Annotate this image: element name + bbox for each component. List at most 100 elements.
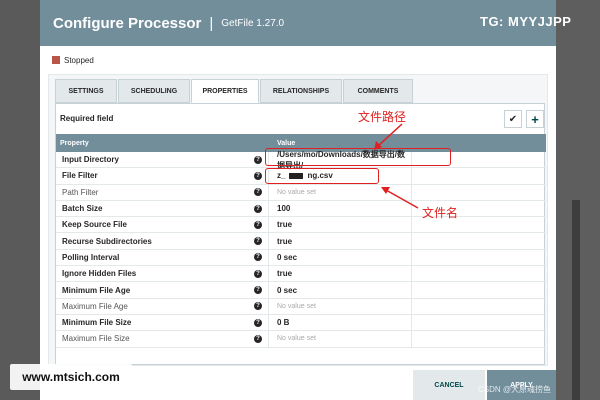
watermark-csdn: CSDN @大原魂捞鱼 — [478, 385, 552, 394]
property-value: 0 sec — [277, 285, 298, 295]
check-circle-icon[interactable]: ✔ — [504, 110, 522, 128]
help-icon[interactable]: ? — [254, 155, 262, 164]
property-value: true — [277, 220, 293, 230]
row-actions-cell — [412, 315, 546, 330]
property-name-cell: Maximum File Age? — [56, 298, 269, 314]
path-highlight-box — [265, 148, 451, 166]
help-icon[interactable]: ? — [254, 237, 262, 246]
property-name: Recurse Subdirectories — [62, 236, 152, 246]
property-name-cell: Polling Interval? — [56, 249, 269, 266]
help-icon[interactable]: ? — [254, 171, 262, 180]
property-value-cell[interactable]: 0 sec — [269, 249, 412, 266]
cancel-button[interactable]: CANCEL — [413, 370, 485, 400]
property-name: Minimum File Size — [62, 318, 132, 328]
required-field-label: Required field — [60, 114, 114, 123]
table-row[interactable]: Ignore Hidden Files? true — [56, 266, 546, 283]
property-name: Maximum File Age — [62, 301, 128, 311]
property-name: Ignore Hidden Files — [62, 269, 137, 279]
property-name: Polling Interval — [62, 252, 120, 262]
tab-content-panel: SETTINGS SCHEDULING PROPERTIES RELATIONS… — [48, 74, 548, 366]
dialog-header: Configure Processor | GetFile 1.27.0 — [40, 0, 556, 46]
property-value-cell[interactable]: 0 B — [269, 314, 412, 331]
help-icon[interactable]: ? — [254, 220, 262, 229]
background-canvas-left — [0, 0, 40, 400]
table-row[interactable]: Recurse Subdirectories? true — [56, 233, 546, 250]
configure-processor-dialog: Configure Processor | GetFile 1.27.0 Sto… — [40, 0, 556, 400]
property-value: No value set — [277, 335, 316, 343]
property-name: Minimum File Age — [62, 285, 131, 295]
property-value: 0 B — [277, 318, 290, 328]
row-actions-cell — [412, 331, 546, 346]
row-actions-cell — [412, 185, 546, 200]
table-row[interactable]: Minimum File Size? 0 B — [56, 314, 546, 332]
property-value: true — [277, 269, 293, 279]
property-name: Maximum File Size — [62, 334, 130, 344]
table-row[interactable]: Keep Source File? true — [56, 217, 546, 234]
property-value-cell[interactable]: true — [269, 266, 412, 282]
row-actions-cell — [412, 250, 546, 265]
property-name: Batch Size — [62, 204, 103, 214]
property-value: 0 sec — [277, 252, 298, 262]
property-name-cell: Ignore Hidden Files? — [56, 266, 269, 282]
help-icon[interactable]: ? — [254, 286, 262, 295]
table-row[interactable]: Batch Size? 100 — [56, 200, 546, 218]
property-name-cell: Minimum File Age? — [56, 282, 269, 298]
property-value: true — [277, 236, 293, 246]
processor-type-label: GetFile 1.27.0 — [221, 17, 285, 29]
row-actions-cell — [412, 299, 546, 314]
property-name-cell: Path Filter? — [56, 184, 269, 200]
property-name-cell: Minimum File Size? — [56, 314, 269, 331]
filename-annotation-label: 文件名 — [422, 206, 459, 220]
table-row[interactable]: Maximum File Age? No value set — [56, 298, 546, 315]
property-value: No value set — [277, 302, 316, 310]
tab-settings[interactable]: SETTINGS — [55, 79, 117, 103]
background-scroll-strip — [572, 200, 580, 400]
property-value: No value set — [277, 188, 316, 196]
row-actions-cell — [412, 168, 546, 183]
properties-area: Required field ✔ + Property Value Input … — [55, 103, 546, 365]
title-separator: | — [209, 14, 214, 32]
property-name-cell: Keep Source File? — [56, 217, 269, 233]
table-row[interactable]: Maximum File Size? No value set — [56, 331, 546, 348]
plus-icon[interactable]: + — [526, 110, 544, 128]
tab-properties[interactable]: PROPERTIES — [191, 79, 259, 103]
filename-highlight-box — [265, 168, 379, 184]
processor-state: Stopped — [40, 50, 556, 70]
properties-table: Property Value Input Directory?/Users/mo… — [56, 134, 546, 348]
table-row[interactable]: Minimum File Age? 0 sec — [56, 282, 546, 299]
path-arrow-icon — [374, 123, 403, 150]
property-name: Input Directory — [62, 155, 119, 165]
help-icon[interactable]: ? — [254, 204, 262, 213]
watermark-bottom: www.mtsich.com — [10, 364, 132, 390]
property-name-cell: Maximum File Size? — [56, 331, 269, 347]
tab-relationships[interactable]: RELATIONSHIPS — [260, 79, 342, 103]
property-value-cell[interactable]: true — [269, 233, 412, 249]
help-icon[interactable]: ? — [254, 334, 262, 343]
property-name: Keep Source File — [62, 220, 127, 230]
property-name-cell: Recurse Subdirectories? — [56, 233, 269, 249]
tab-comments[interactable]: COMMENTS — [343, 79, 413, 103]
property-name-cell: File Filter? — [56, 168, 269, 184]
column-header-property: Property — [60, 139, 89, 147]
filename-arrow-icon — [381, 187, 419, 209]
table-row[interactable]: Polling Interval? 0 sec — [56, 249, 546, 267]
property-name: File Filter — [62, 171, 98, 181]
help-icon[interactable]: ? — [254, 253, 262, 262]
watermark-top: TG: MYYJJPP — [480, 14, 572, 29]
property-value-cell[interactable]: No value set — [269, 298, 412, 314]
property-value: 100 — [277, 204, 291, 214]
help-icon[interactable]: ? — [254, 302, 262, 311]
property-value-cell[interactable]: No value set — [269, 331, 412, 347]
row-actions-cell — [412, 266, 546, 281]
property-name-cell: Input Directory? — [56, 152, 269, 168]
property-name-cell: Batch Size? — [56, 200, 269, 217]
help-icon[interactable]: ? — [254, 269, 262, 278]
property-value-cell[interactable]: true — [269, 217, 412, 233]
help-icon[interactable]: ? — [254, 318, 262, 327]
stopped-icon — [52, 56, 60, 64]
tab-scheduling[interactable]: SCHEDULING — [118, 79, 190, 103]
help-icon[interactable]: ? — [254, 188, 262, 197]
table-row[interactable]: Path Filter? No value set — [56, 184, 546, 201]
property-value-cell[interactable]: 0 sec — [269, 282, 412, 298]
dialog-title: Configure Processor — [53, 14, 202, 32]
